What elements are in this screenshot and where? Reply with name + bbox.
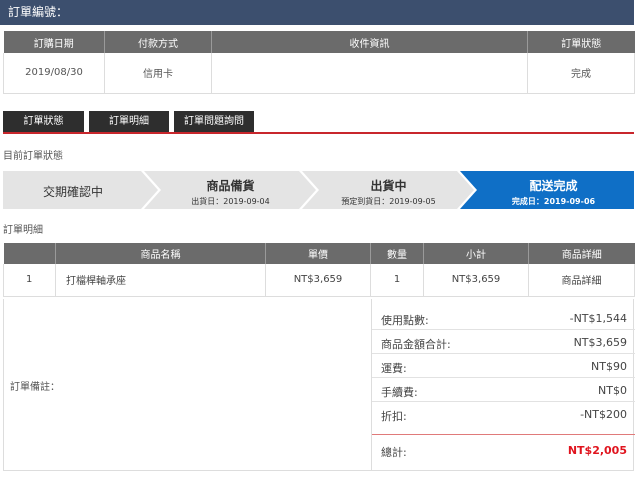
step-preparing: 商品備貨 出貨日：2019-09-04 (153, 171, 308, 209)
subtotal: NT$3,659 (423, 264, 529, 297)
payment-method: 信用卡 (104, 53, 212, 94)
step-shipping: 出貨中 預定到貨日：2019-09-05 (311, 171, 466, 209)
header-product-name: 商品名稱 (55, 243, 266, 264)
header-payment-method: 付款方式 (104, 31, 212, 53)
header-product-detail: 商品詳細 (528, 243, 635, 264)
order-number-bar: 訂單編號： (0, 0, 634, 25)
total-value: NT$3,659 (573, 336, 627, 349)
total-label: 使用點數: (381, 314, 429, 327)
order-info-header-row: 訂購日期 付款方式 收件資訊 訂單狀態 (3, 31, 635, 53)
table-row: 1 打檔桿軸承座 NT$3,659 1 NT$3,659 商品詳細 (3, 264, 635, 297)
total-value: -NT$1,544 (569, 312, 627, 325)
quantity: 1 (370, 264, 424, 297)
tab-order-inquiry[interactable]: 訂單問題詢問 (174, 111, 254, 132)
row-index: 1 (3, 264, 56, 297)
order-info-row: 2019/08/30 信用卡 完成 (3, 53, 635, 94)
total-value: NT$0 (598, 384, 627, 397)
total-row-product-amount: 商品金額合計: NT$3,659 (372, 330, 635, 354)
order-summary: 訂單備註： 使用點數: -NT$1,544 商品金額合計: NT$3,659 運… (3, 299, 635, 471)
step-date: 預定到貨日：2019-09-05 (341, 197, 436, 206)
order-detail-table: 商品名稱 單價 數量 小計 商品詳細 1 打檔桿軸承座 NT$3,659 1 N… (3, 243, 635, 297)
header-order-date: 訂購日期 (3, 31, 105, 53)
order-detail-label: 訂單明細 (3, 225, 43, 236)
step-date: 完成日：2019-09-06 (511, 197, 596, 206)
recipient-info (211, 53, 528, 94)
order-date: 2019/08/30 (3, 53, 105, 94)
total-value: NT$90 (591, 360, 627, 373)
total-label: 折扣: (381, 410, 407, 423)
grand-total-value: NT$2,005 (567, 444, 627, 457)
order-status: 完成 (527, 53, 635, 94)
total-row-discount: 折扣: -NT$200 (372, 402, 635, 426)
tab-order-detail[interactable]: 訂單明細 (89, 111, 169, 132)
order-number-label: 訂單編號： (8, 5, 69, 19)
order-remark-label: 訂單備註： (10, 382, 60, 393)
unit-price: NT$3,659 (265, 264, 371, 297)
order-tabs: 訂單狀態 訂單明細 訂單問題詢問 (3, 111, 634, 134)
header-order-status: 訂單狀態 (527, 31, 635, 53)
total-label: 商品金額合計: (381, 338, 451, 351)
step-title: 出貨中 (370, 179, 407, 193)
product-detail-link[interactable]: 商品詳細 (528, 264, 635, 297)
totals-panel: 使用點數: -NT$1,544 商品金額合計: NT$3,659 運費: NT$… (371, 299, 635, 470)
step-delivered: 配送完成 完成日：2019-09-06 (473, 171, 634, 209)
product-name-link[interactable]: 打檔桿軸承座 (55, 264, 266, 297)
current-status-label: 目前訂單狀態 (3, 151, 63, 162)
total-value: -NT$200 (580, 408, 627, 421)
step-date: 出貨日：2019-09-04 (191, 197, 270, 206)
order-info-table: 訂購日期 付款方式 收件資訊 訂單狀態 2019/08/30 信用卡 完成 (3, 31, 635, 94)
total-row-points: 使用點數: -NT$1,544 (372, 306, 635, 330)
header-quantity: 數量 (370, 243, 424, 264)
total-row-handling-fee: 手續費: NT$0 (372, 378, 635, 402)
detail-header-row: 商品名稱 單價 數量 小計 商品詳細 (3, 243, 635, 264)
total-row-shipping: 運費: NT$90 (372, 354, 635, 378)
order-progress: 交期確認中 商品備貨 出貨日：2019-09-04 出貨中 預定到貨日：2019… (3, 171, 634, 209)
header-recipient-info: 收件資訊 (211, 31, 528, 53)
total-label: 運費: (381, 362, 407, 375)
total-label: 手續費: (381, 386, 418, 399)
header-index (3, 243, 56, 264)
tab-order-status[interactable]: 訂單狀態 (3, 111, 84, 132)
grand-total-divider (372, 434, 635, 435)
step-title: 商品備貨 (206, 179, 255, 193)
grand-total-label: 總計: (381, 446, 407, 459)
header-unit-price: 單價 (265, 243, 371, 264)
step-date-check: 交期確認中 (3, 171, 143, 209)
header-subtotal: 小計 (423, 243, 529, 264)
grand-total-row: 總計: NT$2,005 (372, 438, 635, 462)
step-title: 配送完成 (529, 179, 578, 193)
step-title: 交期確認中 (42, 185, 103, 199)
